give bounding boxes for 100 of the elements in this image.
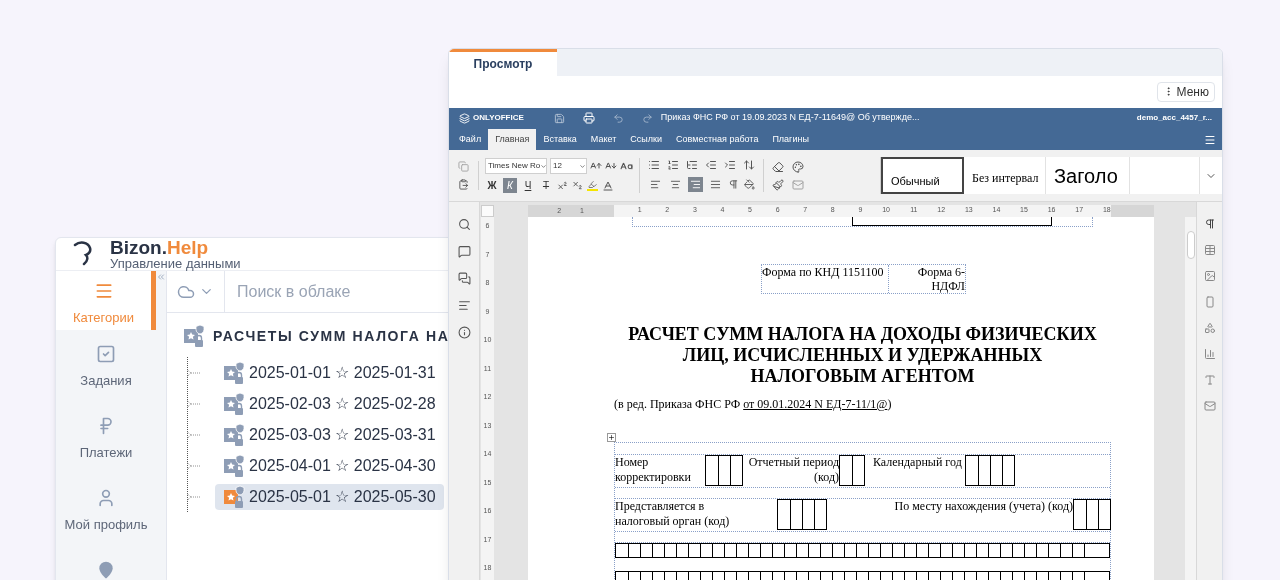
navigation-icon[interactable]: [457, 299, 471, 312]
ribbon-tab[interactable]: Плагины: [765, 129, 816, 150]
hamburger-icon[interactable]: [1204, 134, 1216, 146]
print-icon[interactable]: [582, 112, 595, 124]
user-icon: [96, 488, 116, 508]
edition-note: (в ред. Приказа ФНС РФ от 09.01.2024 N ЕД-7-11/1@): [614, 396, 893, 413]
expand-caret-icon[interactable]: [187, 461, 201, 470]
shapes-icon[interactable]: [1203, 322, 1216, 334]
superscript-icon[interactable]: [557, 180, 568, 191]
font-color-icon[interactable]: [602, 179, 614, 192]
indent-icon[interactable]: [724, 159, 736, 171]
ribbon-tab[interactable]: Файл: [452, 129, 489, 150]
expand-caret-icon[interactable]: [187, 492, 201, 501]
copy-style-icon[interactable]: [772, 178, 784, 191]
format-button[interactable]: Ж: [485, 178, 499, 193]
field-label: Представляется в налоговый орган (код): [615, 499, 731, 529]
style-preset[interactable]: Обычный: [881, 157, 964, 194]
mail-icon[interactable]: [1203, 400, 1216, 412]
font-select[interactable]: Times New Ro: [485, 158, 547, 174]
save-icon[interactable]: [553, 112, 565, 124]
table-move-icon[interactable]: [607, 433, 616, 442]
expand-caret-icon[interactable]: [187, 368, 201, 377]
bullet-list-icon[interactable]: [648, 159, 660, 171]
digit-boxes[interactable]: [615, 543, 1110, 558]
field-label: По месту нахождения (учета) (код): [893, 499, 1073, 514]
line-spacing-icon[interactable]: [743, 159, 755, 171]
ribbon-tab[interactable]: Главная: [488, 129, 537, 150]
subscript-icon[interactable]: [572, 180, 583, 191]
font-size-select[interactable]: 12: [550, 158, 587, 174]
pilcrow-icon[interactable]: [1203, 218, 1216, 230]
nav-item[interactable]: Платежи: [56, 406, 156, 474]
eraser-icon[interactable]: [772, 160, 784, 173]
comment-icon[interactable]: [457, 245, 471, 258]
info-icon[interactable]: [457, 326, 471, 339]
folder-star-icon: [183, 324, 207, 348]
paste-icon[interactable]: [458, 179, 469, 190]
ribbon-tab[interactable]: Ссылки: [623, 129, 670, 150]
ribbon-tab[interactable]: Совместная работа: [669, 129, 766, 150]
search-icon[interactable]: [457, 218, 471, 231]
shading-icon[interactable]: [744, 179, 755, 190]
folder-star-icon: [223, 422, 247, 447]
tree-item[interactable]: 2025-01-01 ☆ 2025-01-31: [215, 359, 444, 386]
format-button[interactable]: Т: [539, 178, 553, 193]
shrink-font-icon[interactable]: [605, 160, 617, 172]
numbered-list-icon[interactable]: [667, 159, 679, 171]
digit-boxes[interactable]: [1073, 499, 1111, 530]
color-scheme-icon[interactable]: [792, 160, 804, 173]
form-name: Форма 6-НДФЛ: [916, 265, 965, 293]
document-title: Приказ ФНС РФ от 19.09.2023 N ЕД-7-11649@ Об утвержде...: [660, 111, 920, 125]
digit-boxes[interactable]: [705, 455, 743, 486]
style-preset[interactable]: Заголо: [1046, 157, 1130, 194]
digit-boxes[interactable]: [839, 455, 865, 486]
chevron-down-icon: [579, 162, 586, 170]
pilcrow-icon[interactable]: [728, 179, 739, 190]
folder-star-icon: [223, 453, 247, 478]
search-field[interactable]: Поиск в облаке: [237, 279, 437, 304]
tree-item[interactable]: 2025-05-01 ☆ 2025-05-30: [215, 483, 444, 510]
grow-font-icon[interactable]: [590, 160, 602, 172]
edition-link[interactable]: от 09.01.2024 N ЕД-7-11/1@: [743, 397, 888, 411]
format-button[interactable]: К: [503, 178, 517, 193]
ribbon-tab[interactable]: Вставка: [536, 129, 584, 150]
expand-caret-icon[interactable]: [187, 399, 201, 408]
tree-root-label[interactable]: РАСЧЕТЫ СУММ НАЛОГА НА: [213, 325, 450, 347]
digit-boxes[interactable]: [852, 217, 1052, 226]
highlighter-icon[interactable]: [587, 180, 598, 191]
document-title: РАСЧЕТ СУММ НАЛОГА НА ДОХОДЫ ФИЗИЧЕСКИХ ЛИЦ, ИСЧИСЛЕННЫХ И УДЕРЖАННЫХ НАЛОГОВЫМ АГЕНТОМ: [627, 324, 1098, 387]
editor-logo: ONLYOFFICE: [473, 112, 524, 124]
folder-star-icon: [223, 391, 247, 416]
chart-icon[interactable]: [1203, 348, 1216, 360]
field-label: Календарный год: [873, 455, 963, 470]
user-name[interactable]: demo_acc_4457_r...: [1136, 112, 1212, 124]
align-button[interactable]: [688, 177, 703, 192]
outdent-icon[interactable]: [705, 159, 717, 171]
expand-caret-icon[interactable]: [187, 430, 201, 439]
nav-item[interactable]: Задания: [56, 334, 156, 402]
scrollbar-thumb[interactable]: [1186, 231, 1195, 259]
folder-star-icon: [223, 484, 247, 509]
image-icon[interactable]: [1203, 270, 1216, 282]
folder-star-icon: [223, 360, 247, 385]
style-preset[interactable]: Без интервал: [964, 157, 1046, 194]
form-code: Форма по КНД 1151100: [762, 265, 889, 293]
layers-icon: [459, 112, 470, 124]
checkbox-icon: [96, 344, 116, 364]
chat-icon[interactable]: [457, 272, 471, 285]
tree-item[interactable]: 2025-04-01 ☆ 2025-04-30: [215, 452, 444, 479]
field-label: Отчетный период (код): [747, 455, 839, 485]
viewer-tab[interactable]: Просмотр: [449, 49, 557, 76]
nav-item[interactable]: Мой профиль: [56, 478, 156, 546]
chevron-down-icon: [540, 162, 546, 170]
pin-icon: [96, 560, 116, 580]
digit-boxes[interactable]: [965, 455, 1015, 486]
format-button[interactable]: Ч: [521, 178, 535, 193]
multilevel-list-icon[interactable]: [686, 159, 698, 171]
menu-button[interactable]: Меню: [1156, 81, 1215, 102]
ribbon-tab[interactable]: Макет: [583, 129, 624, 150]
brand-name: Bizon.Help: [110, 238, 210, 257]
tree-item[interactable]: 2025-02-03 ☆ 2025-02-28: [215, 390, 444, 417]
tree-item[interactable]: 2025-03-03 ☆ 2025-03-31: [215, 421, 444, 448]
table-icon[interactable]: [1203, 244, 1216, 256]
digit-boxes[interactable]: [777, 499, 827, 530]
